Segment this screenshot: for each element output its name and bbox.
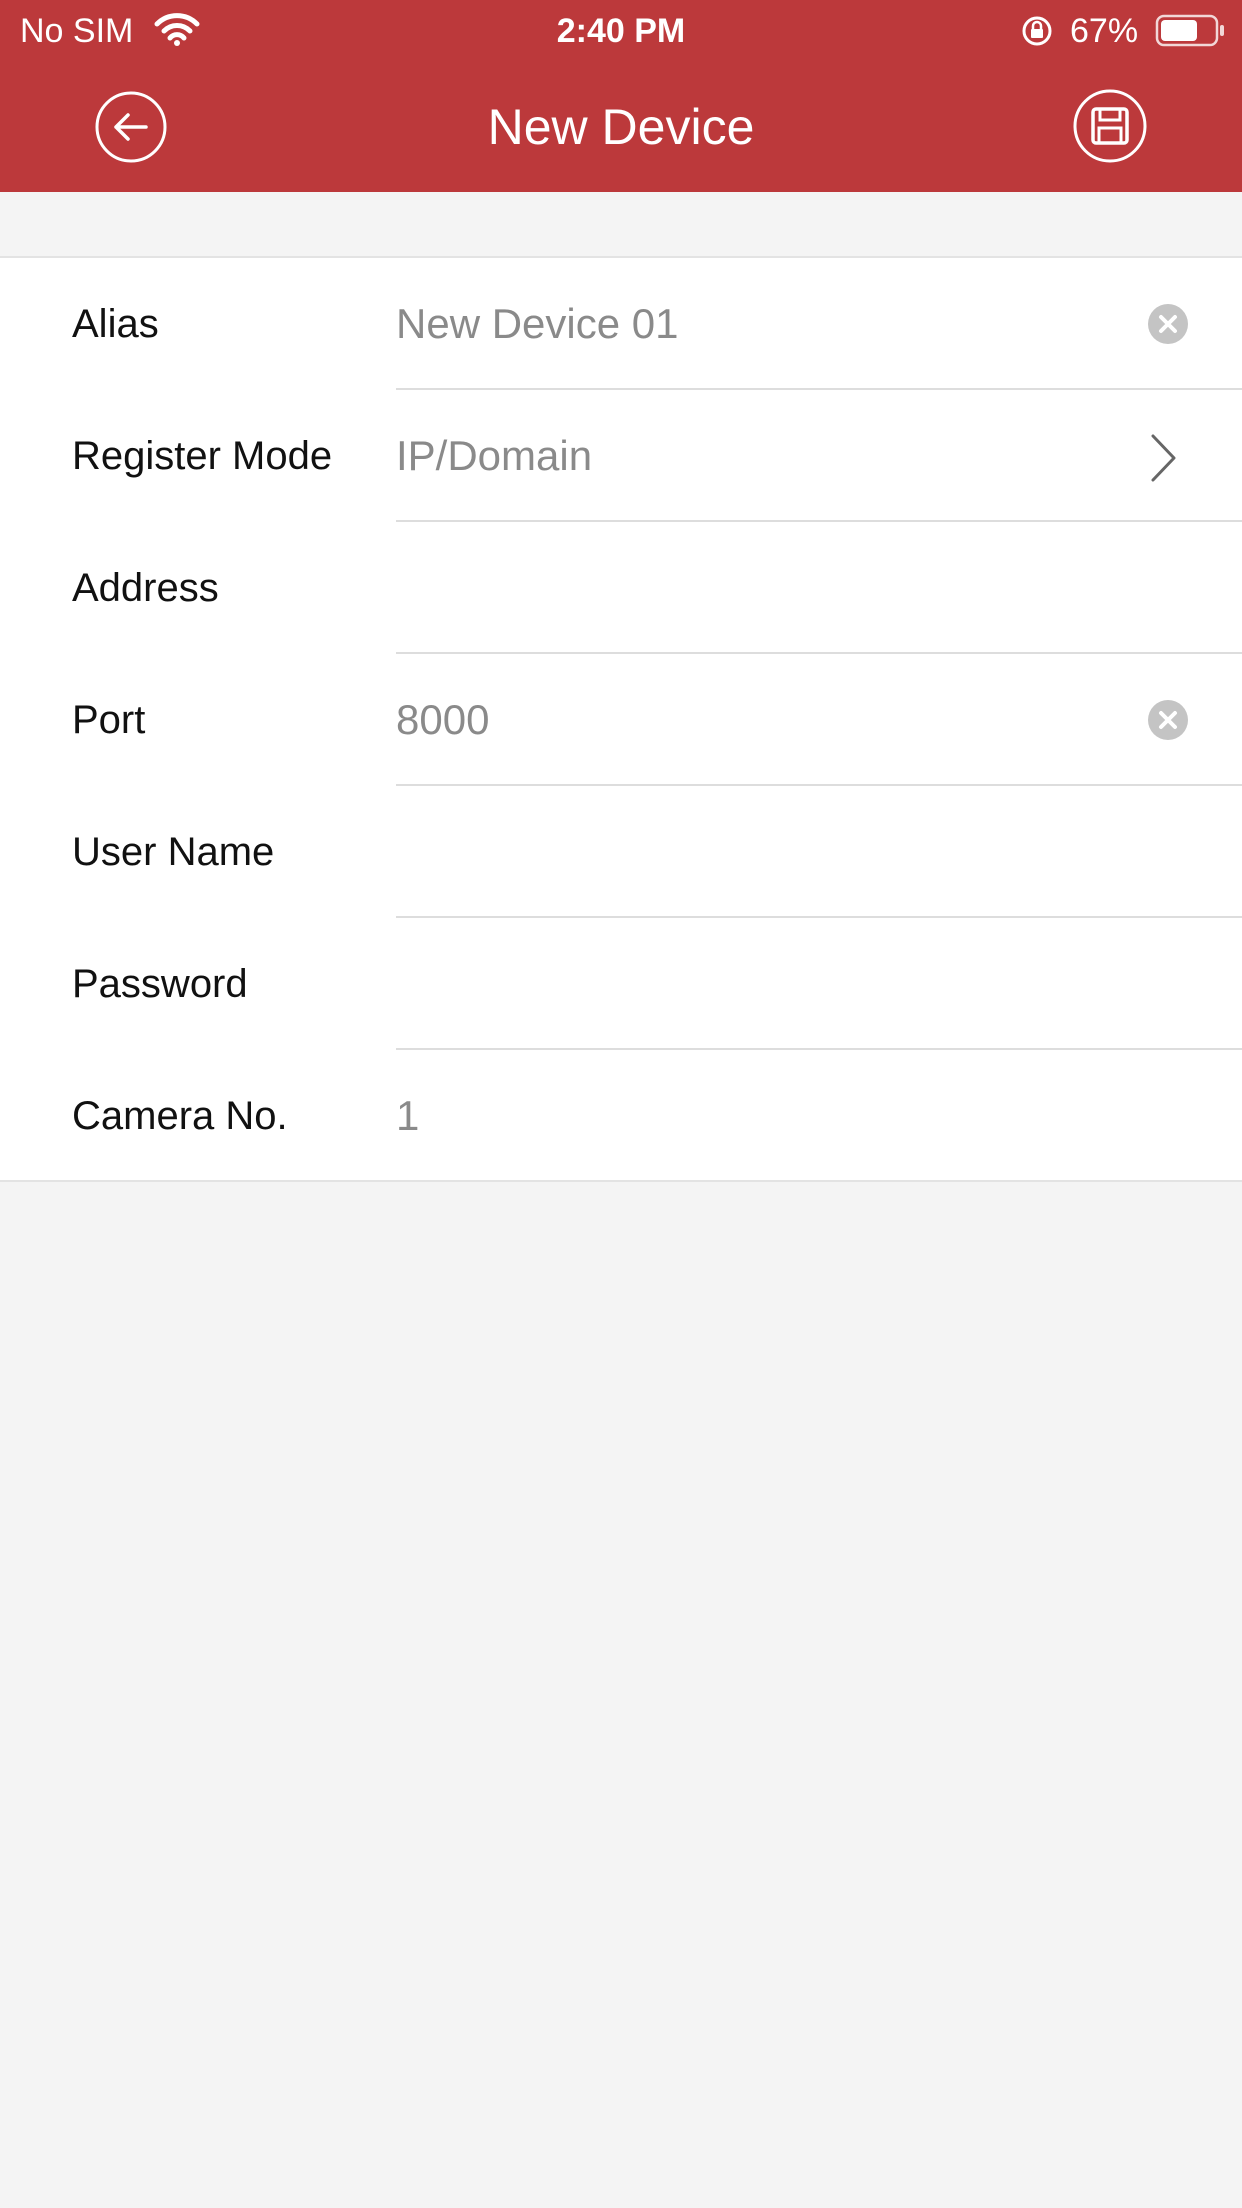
save-icon	[1073, 89, 1147, 163]
address-row[interactable]: Address	[0, 522, 1242, 654]
password-row[interactable]: Password	[0, 918, 1242, 1050]
alias-input[interactable]: New Device 01	[396, 258, 678, 390]
rotation-lock-icon	[1020, 14, 1054, 57]
camera-no-row[interactable]: Camera No. 1	[0, 1050, 1242, 1182]
register-mode-value[interactable]: IP/Domain	[396, 390, 592, 522]
clear-port-icon[interactable]	[1146, 698, 1190, 742]
register-mode-row[interactable]: Register Mode IP/Domain	[0, 390, 1242, 522]
alias-label: Alias	[72, 302, 159, 346]
battery-icon	[1155, 14, 1227, 57]
status-bar: No SIM 2:40 PM 67%	[0, 0, 1242, 62]
port-input[interactable]: 8000	[396, 654, 489, 786]
save-button[interactable]	[1072, 88, 1148, 164]
register-mode-label: Register Mode	[72, 434, 333, 478]
page-title: New Device	[487, 99, 755, 155]
clear-alias-icon[interactable]	[1146, 302, 1190, 346]
app-header: No SIM 2:40 PM 67% New Device	[0, 0, 1242, 192]
password-label: Password	[72, 962, 248, 1006]
user-name-row[interactable]: User Name	[0, 786, 1242, 918]
alias-row[interactable]: Alias New Device 01	[0, 258, 1242, 390]
camera-no-label: Camera No.	[72, 1094, 288, 1138]
address-label: Address	[72, 566, 219, 610]
battery-percent: 67%	[1070, 12, 1139, 50]
camera-no-input[interactable]: 1	[396, 1050, 419, 1182]
status-time: 2:40 PM	[556, 12, 686, 50]
chevron-right-icon[interactable]	[1148, 432, 1178, 484]
port-row[interactable]: Port 8000	[0, 654, 1242, 786]
port-label: Port	[72, 698, 146, 742]
user-name-label: User Name	[72, 830, 275, 874]
device-form: Alias New Device 01 Register Mode IP/Dom…	[0, 256, 1242, 1182]
